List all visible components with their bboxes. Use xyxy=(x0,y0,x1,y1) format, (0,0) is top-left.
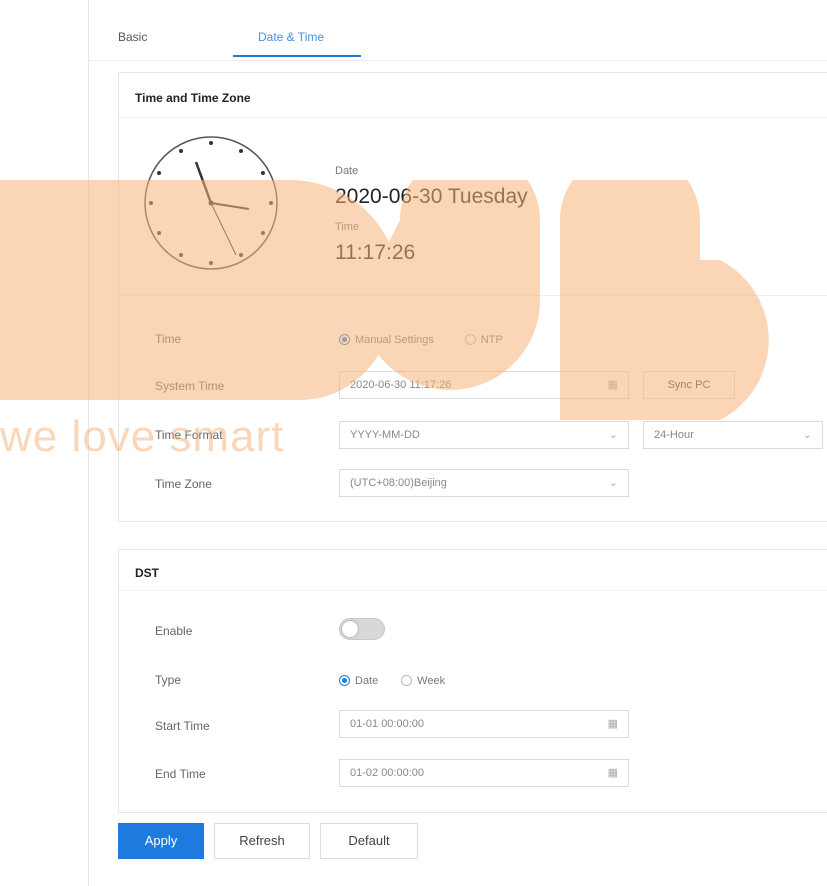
clock-tick xyxy=(157,171,162,175)
clock-tick xyxy=(269,201,273,205)
chevron-down-icon: ⌄ xyxy=(802,429,812,441)
system-time-label: System Time xyxy=(155,379,225,393)
divider xyxy=(119,295,827,296)
end-time-input[interactable]: 01-02 00:00:00 ▦ xyxy=(339,759,629,787)
calendar-icon[interactable]: ▦ xyxy=(608,760,618,786)
chevron-down-icon: ⌄ xyxy=(608,429,618,441)
toggle-knob xyxy=(341,620,359,638)
date-format-select[interactable]: YYYY-MM-DD ⌄ xyxy=(339,421,629,449)
week-radio[interactable] xyxy=(401,675,413,687)
clock-tick xyxy=(149,201,153,205)
clock-tick xyxy=(260,231,265,235)
refresh-button[interactable]: Refresh xyxy=(214,823,310,859)
default-button[interactable]: Default xyxy=(320,823,418,859)
date-value: 2020-06-30 Tuesday xyxy=(335,185,528,208)
start-time-value: 01-01 00:00:00 xyxy=(350,718,425,730)
time-mode-label: Time xyxy=(155,332,182,346)
tab-basic[interactable]: Basic xyxy=(118,30,147,44)
end-time-label: End Time xyxy=(155,767,206,781)
ntp-radio[interactable] xyxy=(464,334,476,346)
ntp-label: NTP xyxy=(480,333,503,346)
manual-settings-label: Manual Settings xyxy=(355,333,434,346)
time-label: Time xyxy=(335,221,360,233)
chevron-down-icon: ⌄ xyxy=(608,477,618,489)
time-zone-value: (UTC+08:00)Beijing xyxy=(350,477,447,489)
apply-button[interactable]: Apply xyxy=(118,823,204,859)
start-time-label: Start Time xyxy=(155,719,210,733)
clock-tick xyxy=(179,252,183,257)
manual-settings-radio[interactable] xyxy=(339,334,350,346)
time-format-label: Time Format xyxy=(155,428,223,442)
time-zone-select[interactable]: (UTC+08:00)Beijing ⌄ xyxy=(339,469,629,497)
sync-pc-button[interactable]: Sync PC xyxy=(643,371,735,399)
tab-date-time[interactable]: Date & Time xyxy=(258,30,324,44)
dst-type-radio-group: Date Week xyxy=(339,672,445,690)
hour-format-select[interactable]: 24-Hour ⌄ xyxy=(643,421,823,449)
time-mode-radio-group: Manual Settings NTP xyxy=(339,331,503,349)
hour-format-value: 24-Hour xyxy=(654,429,694,441)
clock-tick xyxy=(239,149,243,154)
date-radio-label: Date xyxy=(355,674,379,687)
dst-enable-toggle[interactable] xyxy=(339,618,385,640)
panel-title: Time and Time Zone xyxy=(135,91,251,105)
system-time-value: 2020-06-30 11:17:26 xyxy=(350,379,452,391)
time-zone-panel: Time and Time Zone Date 2020-06-30 Tuesd… xyxy=(118,72,827,522)
dst-panel: DST Enable Type Date Week Start Time 01-… xyxy=(118,549,827,813)
date-format-value: YYYY-MM-DD xyxy=(350,429,420,441)
clock-tick xyxy=(239,252,243,257)
analog-clock xyxy=(144,136,278,270)
divider xyxy=(119,117,827,118)
date-label: Date xyxy=(335,165,359,177)
divider xyxy=(119,590,827,591)
dst-enable-label: Enable xyxy=(155,624,193,638)
end-time-value: 01-02 00:00:00 xyxy=(350,767,425,779)
clock-tick xyxy=(179,149,183,154)
calendar-icon[interactable]: ▦ xyxy=(608,372,618,398)
clock-tick xyxy=(209,141,213,145)
system-time-input[interactable]: 2020-06-30 11:17:26 ▦ xyxy=(339,371,629,399)
active-tab-indicator xyxy=(233,55,361,57)
start-time-input[interactable]: 01-01 00:00:00 ▦ xyxy=(339,710,629,738)
dst-type-label: Type xyxy=(155,673,182,687)
week-radio-label: Week xyxy=(417,674,446,687)
clock-tick xyxy=(157,231,162,235)
time-value: 11:17:26 xyxy=(335,241,416,264)
date-radio[interactable] xyxy=(339,675,350,687)
panel-title: DST xyxy=(135,566,159,580)
tab-bar: Basic Date & Time xyxy=(88,0,827,61)
calendar-icon[interactable]: ▦ xyxy=(608,711,618,737)
clock-tick xyxy=(260,171,265,175)
clock-tick xyxy=(209,261,213,265)
time-zone-label: Time Zone xyxy=(155,477,212,491)
